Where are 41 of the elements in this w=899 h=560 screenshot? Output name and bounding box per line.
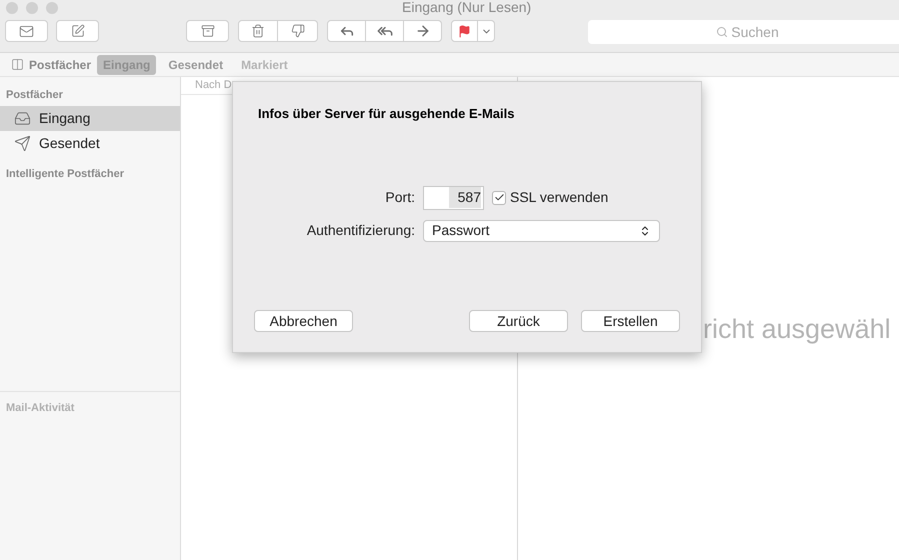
arrow-right-icon: [414, 23, 430, 39]
sidebar-icon: [11, 58, 24, 71]
flag-menu-button[interactable]: [478, 20, 495, 42]
thumbs-down-icon: [290, 24, 304, 38]
trash-icon: [251, 24, 265, 38]
window-title: Eingang (Nur Lesen): [402, 0, 532, 15]
chevrons-icon: [639, 224, 651, 236]
dialog-button[interactable]: Erstellen: [581, 310, 680, 332]
forward-button[interactable]: [404, 20, 442, 42]
flag-button[interactable]: [451, 20, 478, 42]
port-field[interactable]: 587: [423, 186, 484, 210]
inbox-icon: [14, 110, 31, 126]
auth-select[interactable]: Passwort: [423, 220, 660, 242]
junk-button[interactable]: [278, 20, 318, 42]
archive-icon: [200, 24, 214, 38]
get-mail-button[interactable]: [5, 20, 48, 42]
dialog-button[interactable]: Zurück: [469, 310, 568, 332]
section-heading: Mail-Aktivität: [5, 401, 76, 416]
compose-button[interactable]: [56, 20, 99, 42]
no-message-text: richt ausgewähl: [703, 313, 892, 346]
section-heading: Intelligente Postfächer: [5, 166, 125, 182]
dialog-button[interactable]: Abbrechen: [254, 310, 353, 332]
ssl-label: SSL verwenden: [510, 188, 608, 207]
ssl-checkbox[interactable]: [492, 190, 506, 204]
paper-plane-icon: [14, 134, 31, 152]
flag-icon: [458, 24, 471, 38]
archive-button[interactable]: [186, 20, 229, 42]
port-label: Port:: [384, 188, 415, 207]
mailbox-item[interactable]: Gesendet: [0, 130, 180, 156]
envelope-icon: [19, 24, 34, 38]
compose-icon: [70, 24, 84, 38]
mailbox-item[interactable]: Eingang: [0, 106, 180, 130]
reply-button[interactable]: [327, 20, 366, 42]
search-icon: [716, 26, 728, 38]
auth-label: Authentifizierung:: [306, 221, 415, 240]
dialog-title: Infos über Server für ausgehende E-Mails: [257, 105, 516, 123]
delete-button[interactable]: [238, 20, 278, 42]
checkmark-icon: [494, 192, 504, 203]
section-heading: Postfächer: [5, 88, 64, 103]
search-field[interactable]: Suchen: [588, 20, 899, 44]
reply-all-button[interactable]: [366, 20, 404, 42]
